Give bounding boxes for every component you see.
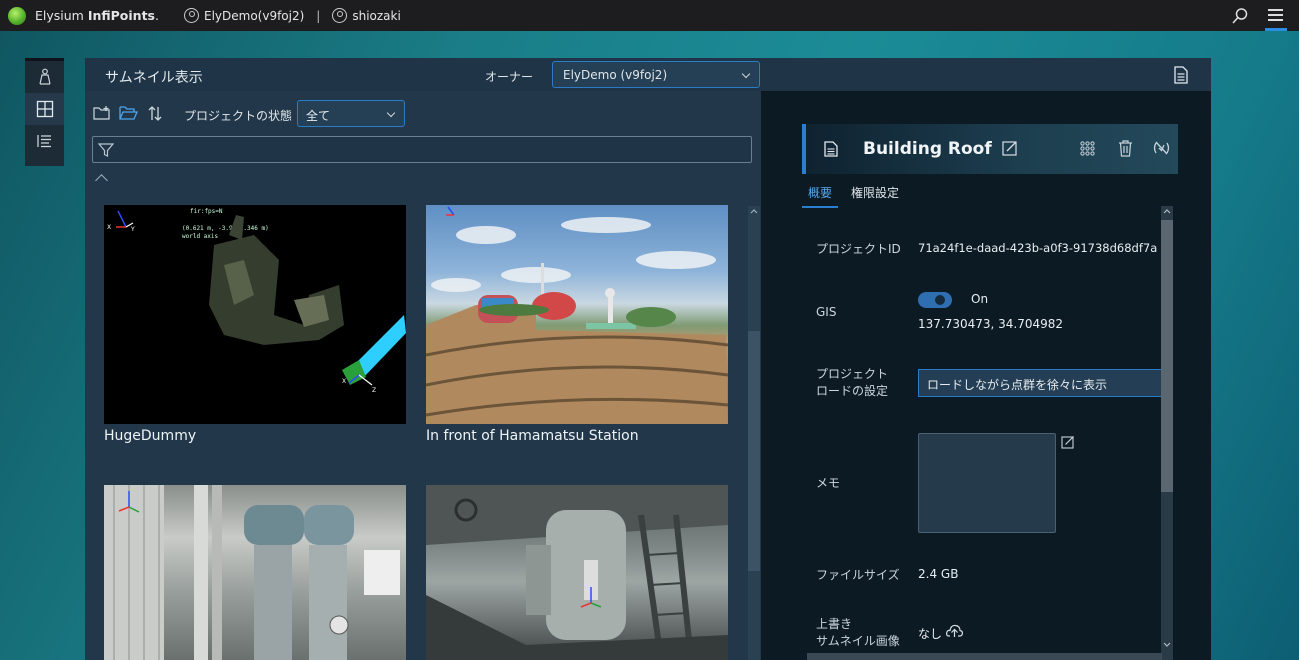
load-setting-select[interactable]: ロードしながら点群を徐々に表示 bbox=[918, 369, 1163, 397]
plant-room-image bbox=[104, 485, 400, 660]
scroll-up-icon[interactable] bbox=[750, 208, 758, 214]
collapse-up-icon[interactable] bbox=[95, 174, 108, 187]
memo-textarea[interactable] bbox=[918, 433, 1056, 533]
detail-horizontal-scrollbar[interactable] bbox=[807, 653, 1162, 660]
page-title: サムネイル表示 bbox=[105, 70, 203, 86]
memo-label: メモ bbox=[816, 476, 841, 490]
detail-tabs: 概要 権限設定 bbox=[802, 184, 905, 208]
list-toolbar: プロジェクトの状態 全て bbox=[85, 98, 761, 128]
person-icon bbox=[38, 68, 51, 85]
list-view-icon bbox=[36, 135, 51, 148]
trash-icon[interactable] bbox=[1118, 140, 1133, 157]
tab-overview[interactable]: 概要 bbox=[802, 184, 839, 208]
edit-icon[interactable] bbox=[1061, 435, 1075, 449]
overlay-text: world axis bbox=[182, 233, 219, 240]
scrollbar-thumb[interactable] bbox=[1161, 220, 1173, 492]
project-thumbnail bbox=[104, 485, 406, 660]
svg-text:X: X bbox=[342, 378, 346, 385]
gis-toggle-state: On bbox=[971, 292, 989, 306]
project-name: Building Roof bbox=[863, 139, 992, 159]
top-bar: Elysium InfiPoints. ElyDemo(v9foj2) | sh… bbox=[0, 0, 1299, 31]
thumbnail-override-label-2: サムネイル画像 bbox=[816, 634, 900, 648]
project-state-value: 全て bbox=[306, 109, 331, 123]
thumbnail-override-value: なし bbox=[918, 627, 943, 641]
project-thumbnail: fir:fps=N (0.621 m, -3.9, 9.346 m) world… bbox=[104, 205, 406, 424]
overlay-text: fir:fps=N bbox=[190, 208, 223, 215]
filter-input[interactable] bbox=[92, 136, 752, 163]
project-card[interactable]: In front of Hamamatsu Station bbox=[426, 205, 728, 444]
tab-permissions[interactable]: 権限設定 bbox=[845, 184, 905, 208]
project-card[interactable]: fir:fps=N (0.621 m, -3.9, 9.346 m) world… bbox=[104, 205, 406, 444]
svg-text:Y: Y bbox=[130, 226, 135, 233]
document-icon bbox=[824, 141, 838, 157]
project-title: In front of Hamamatsu Station bbox=[426, 428, 639, 444]
project-title: HugeDummy bbox=[104, 428, 197, 444]
document-details-icon[interactable] bbox=[1173, 66, 1189, 84]
person-view-button[interactable] bbox=[25, 61, 64, 93]
open-folder-icon[interactable] bbox=[119, 105, 138, 121]
gis-coordinates: 137.730473, 34.704982 bbox=[918, 317, 1064, 331]
load-setting-label-2: ロードの設定 bbox=[816, 384, 889, 398]
gis-toggle[interactable] bbox=[918, 292, 952, 308]
axis-gizmo bbox=[446, 206, 455, 216]
panel-header: サムネイル表示 オーナー ElyDemo (v9foj2) bbox=[85, 58, 1211, 91]
owner-label: オーナー bbox=[485, 70, 534, 84]
project-card[interactable] bbox=[104, 485, 406, 660]
detail-header: Building Roof bbox=[802, 124, 1178, 174]
new-folder-icon[interactable] bbox=[93, 105, 111, 121]
svg-text:Z: Z bbox=[372, 387, 376, 394]
view-toolstrip bbox=[25, 58, 64, 166]
cloud-upload-icon[interactable] bbox=[946, 624, 963, 638]
point-cloud-image: fir:fps=N (0.621 m, -3.9, 9.346 m) world… bbox=[107, 208, 406, 394]
project-detail-pane: Building Roof 概要 権限設定 プロジェクトID 71a24f1e-… bbox=[761, 91, 1211, 660]
scroll-up-icon[interactable] bbox=[1163, 208, 1171, 214]
detail-scrollbar[interactable] bbox=[1161, 206, 1173, 660]
workspace-icon bbox=[183, 8, 199, 23]
scroll-down-icon[interactable] bbox=[1163, 642, 1171, 648]
grid-view-button[interactable] bbox=[25, 93, 64, 125]
filter-icon bbox=[98, 143, 114, 157]
overlay-text: (0.621 m, -3.9, 9.346 m) bbox=[182, 225, 269, 232]
axis-gizmo: X Y bbox=[107, 210, 135, 233]
project-id-label: プロジェクトID bbox=[816, 242, 901, 256]
station-plaza-image bbox=[426, 206, 728, 424]
project-thumbnail bbox=[426, 485, 728, 660]
load-setting-value: ロードしながら点群を徐々に表示 bbox=[927, 378, 1108, 392]
scrollbar-thumb[interactable] bbox=[748, 331, 760, 571]
project-card[interactable] bbox=[426, 485, 728, 660]
list-view-button[interactable] bbox=[25, 125, 64, 157]
owner-select-value: ElyDemo (v9foj2) bbox=[563, 68, 668, 82]
load-setting-label-1: プロジェクト bbox=[816, 367, 889, 381]
project-state-select[interactable]: 全て bbox=[297, 100, 405, 127]
edit-icon[interactable] bbox=[1002, 140, 1018, 156]
chevron-down-icon bbox=[386, 108, 396, 118]
hamburger-menu-icon[interactable] bbox=[1265, 4, 1287, 31]
project-thumbnail bbox=[426, 205, 728, 424]
top-separator: | bbox=[316, 8, 321, 23]
user-name[interactable]: shiozaki bbox=[352, 9, 400, 23]
main-panel: サムネイル表示 オーナー ElyDemo (v9foj2) プロジェクトの状態 bbox=[85, 58, 1211, 660]
thumbnail-override-label-1: 上書き bbox=[816, 617, 853, 631]
brand-name: Elysium InfiPoints. bbox=[35, 8, 159, 23]
user-icon bbox=[332, 8, 348, 23]
dot-grid-icon[interactable] bbox=[1080, 141, 1095, 156]
grid-view-icon bbox=[36, 100, 53, 118]
tank-room-image bbox=[426, 485, 728, 660]
sort-icon[interactable] bbox=[147, 105, 163, 122]
elysium-logo-icon bbox=[8, 6, 26, 25]
project-state-label: プロジェクトの状態 bbox=[184, 109, 293, 123]
workspace-name[interactable]: ElyDemo(v9foj2) bbox=[204, 9, 304, 23]
file-size-label: ファイルサイズ bbox=[816, 568, 900, 582]
owner-select[interactable]: ElyDemo (v9foj2) bbox=[552, 61, 760, 88]
chevron-down-icon bbox=[741, 69, 751, 79]
search-icon[interactable] bbox=[1231, 7, 1249, 25]
file-size-value: 2.4 GB bbox=[918, 567, 959, 581]
gis-label: GIS bbox=[816, 305, 837, 319]
thumbnail-scrollbar[interactable] bbox=[748, 206, 760, 660]
svg-text:X: X bbox=[107, 224, 111, 231]
disconnect-icon[interactable] bbox=[1153, 140, 1170, 156]
project-id-value: 71a24f1e-daad-423b-a0f3-91738d68df7a bbox=[918, 241, 1158, 255]
